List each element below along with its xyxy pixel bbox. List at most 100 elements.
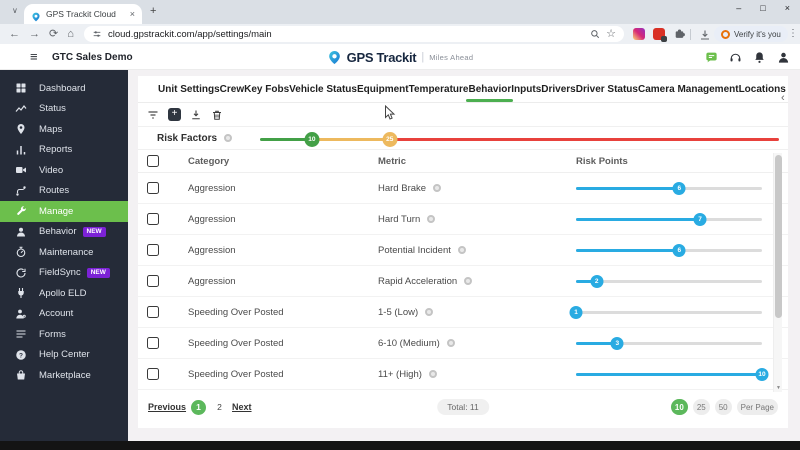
tab-vehicle-status[interactable]: Vehicle Status	[289, 84, 357, 95]
row-checkbox[interactable]	[147, 368, 159, 380]
scrollbar-thumb[interactable]	[775, 155, 782, 318]
slider-handle[interactable]: 7	[693, 212, 707, 226]
sidebar-item-video[interactable]: Video	[0, 160, 128, 181]
sidebar-item-routes[interactable]: Routes	[0, 181, 128, 202]
slider-handle[interactable]: 10	[755, 367, 769, 381]
tab-close-icon[interactable]: ×	[130, 9, 135, 19]
bookmark-star-icon[interactable]: ☆	[606, 28, 616, 40]
forward-icon[interactable]: →	[29, 28, 40, 40]
window-close-button[interactable]: ×	[785, 3, 790, 13]
scroll-down-arrow-icon[interactable]: ▼	[774, 385, 783, 391]
info-icon[interactable]	[224, 134, 233, 142]
tab-behavior[interactable]: Behavior	[466, 84, 514, 102]
tab-key-fobs[interactable]: Key Fobs	[244, 84, 289, 95]
risk-points-slider[interactable]: 6	[576, 243, 762, 257]
tab-unit-settings[interactable]: Unit Settings	[158, 84, 220, 95]
sidebar-item-dashboard[interactable]: Dashboard	[0, 78, 128, 99]
filter-icon[interactable]	[147, 109, 159, 121]
search-icon[interactable]	[590, 29, 600, 39]
trash-icon[interactable]	[211, 109, 223, 121]
row-checkbox[interactable]	[147, 182, 159, 194]
sidebar-item-fieldsync[interactable]: FieldSync NEW	[0, 263, 128, 284]
row-checkbox[interactable]	[147, 275, 159, 287]
home-icon[interactable]: ⌂	[67, 28, 74, 40]
slider-handle[interactable]: 3	[610, 336, 624, 350]
extension-icon-badged[interactable]	[653, 28, 667, 42]
tab-inputs[interactable]: Inputs	[511, 84, 541, 95]
new-tab-button[interactable]: +	[150, 5, 156, 17]
sidebar-item-manage[interactable]: Manage	[0, 201, 128, 222]
tab-drivers[interactable]: Drivers	[541, 84, 575, 95]
tab-scroll-left-icon[interactable]: ‹	[781, 92, 785, 104]
tab-camera-management[interactable]: Camera Management	[638, 84, 739, 95]
risk-factors-range-slider[interactable]: 10 25	[260, 132, 779, 147]
back-icon[interactable]: ←	[9, 28, 20, 40]
browser-menu-icon[interactable]: ⋮	[788, 28, 798, 39]
sidebar-item-behavior[interactable]: Behavior NEW	[0, 222, 128, 243]
sidebar-item-maps[interactable]: Maps	[0, 119, 128, 140]
info-icon[interactable]	[464, 277, 473, 285]
sidebar-item-status[interactable]: Status	[0, 99, 128, 120]
row-checkbox[interactable]	[147, 213, 159, 225]
per-page-option-50[interactable]: 50	[714, 399, 732, 415]
page-button-2[interactable]: 2	[212, 400, 227, 415]
sidebar-item-maintenance[interactable]: Maintenance	[0, 242, 128, 263]
tab-locations[interactable]: Locations	[739, 84, 786, 95]
select-all-checkbox[interactable]	[147, 155, 159, 167]
sidebar-item-forms[interactable]: Forms	[0, 324, 128, 345]
next-page-link[interactable]: Next	[232, 402, 252, 412]
reload-icon[interactable]: ⟳	[49, 28, 58, 40]
info-icon[interactable]	[457, 246, 466, 254]
risk-high-handle[interactable]: 25	[382, 132, 398, 147]
sidebar-item-help-center[interactable]: ? Help Center	[0, 345, 128, 366]
row-checkbox[interactable]	[147, 306, 159, 318]
info-icon[interactable]	[446, 339, 455, 347]
tab-driver-status[interactable]: Driver Status	[576, 84, 638, 95]
table-scrollbar[interactable]: ▼	[773, 153, 782, 392]
user-profile-icon[interactable]	[777, 51, 790, 64]
row-checkbox[interactable]	[147, 244, 159, 256]
per-page-option-10[interactable]: 10	[670, 399, 688, 415]
per-page-option-25[interactable]: 25	[692, 399, 710, 415]
tab-equipment[interactable]: Equipment	[357, 84, 409, 95]
sidebar-item-marketplace[interactable]: Marketplace	[0, 365, 128, 386]
routes-icon	[15, 185, 28, 197]
browser-tab[interactable]: GPS Trackit Cloud ×	[24, 4, 142, 24]
slider-handle[interactable]: 6	[672, 181, 686, 195]
tab-search-icon[interactable]: ∨	[12, 6, 18, 15]
window-minimize-button[interactable]: –	[736, 3, 741, 13]
page-button-1[interactable]: 1	[191, 399, 207, 415]
chat-icon[interactable]	[705, 51, 718, 64]
info-icon[interactable]	[425, 308, 434, 316]
previous-page-link[interactable]: Previous	[148, 402, 186, 412]
risk-points-slider[interactable]: 2	[576, 274, 762, 288]
download-icon[interactable]	[190, 109, 202, 121]
row-checkbox[interactable]	[147, 337, 159, 349]
risk-points-slider[interactable]: 3	[576, 336, 762, 350]
site-info-icon[interactable]	[92, 29, 102, 39]
address-bar[interactable]: cloud.gpstrackit.com/app/settings/main ☆	[84, 26, 624, 42]
info-icon[interactable]	[428, 370, 437, 378]
risk-points-slider[interactable]: 6	[576, 181, 762, 195]
risk-low-handle[interactable]: 10	[304, 132, 320, 147]
extension-icon[interactable]	[633, 28, 645, 40]
verify-its-you-button[interactable]: Verify it's you	[714, 26, 788, 42]
sidebar-item-reports[interactable]: Reports	[0, 140, 128, 161]
tab-crew[interactable]: Crew	[220, 84, 244, 95]
extensions-puzzle-icon[interactable]	[673, 27, 686, 45]
sidebar-item-apollo-eld[interactable]: Apollo ELD	[0, 283, 128, 304]
risk-points-slider[interactable]: 10	[576, 367, 769, 381]
slider-handle[interactable]: 2	[590, 274, 604, 288]
sidebar-item-account[interactable]: Account	[0, 304, 128, 325]
notifications-bell-icon[interactable]	[753, 51, 766, 64]
info-icon[interactable]	[427, 215, 436, 223]
add-icon[interactable]: +	[168, 108, 181, 121]
risk-points-slider[interactable]: 1	[569, 305, 762, 319]
slider-handle[interactable]: 6	[672, 243, 686, 257]
support-headset-icon[interactable]	[729, 51, 742, 64]
info-icon[interactable]	[433, 184, 442, 192]
risk-points-slider[interactable]: 7	[576, 212, 762, 226]
tab-temperature[interactable]: Temperature	[409, 84, 469, 95]
window-maximize-button[interactable]: □	[760, 3, 765, 13]
slider-handle[interactable]: 1	[569, 305, 583, 319]
